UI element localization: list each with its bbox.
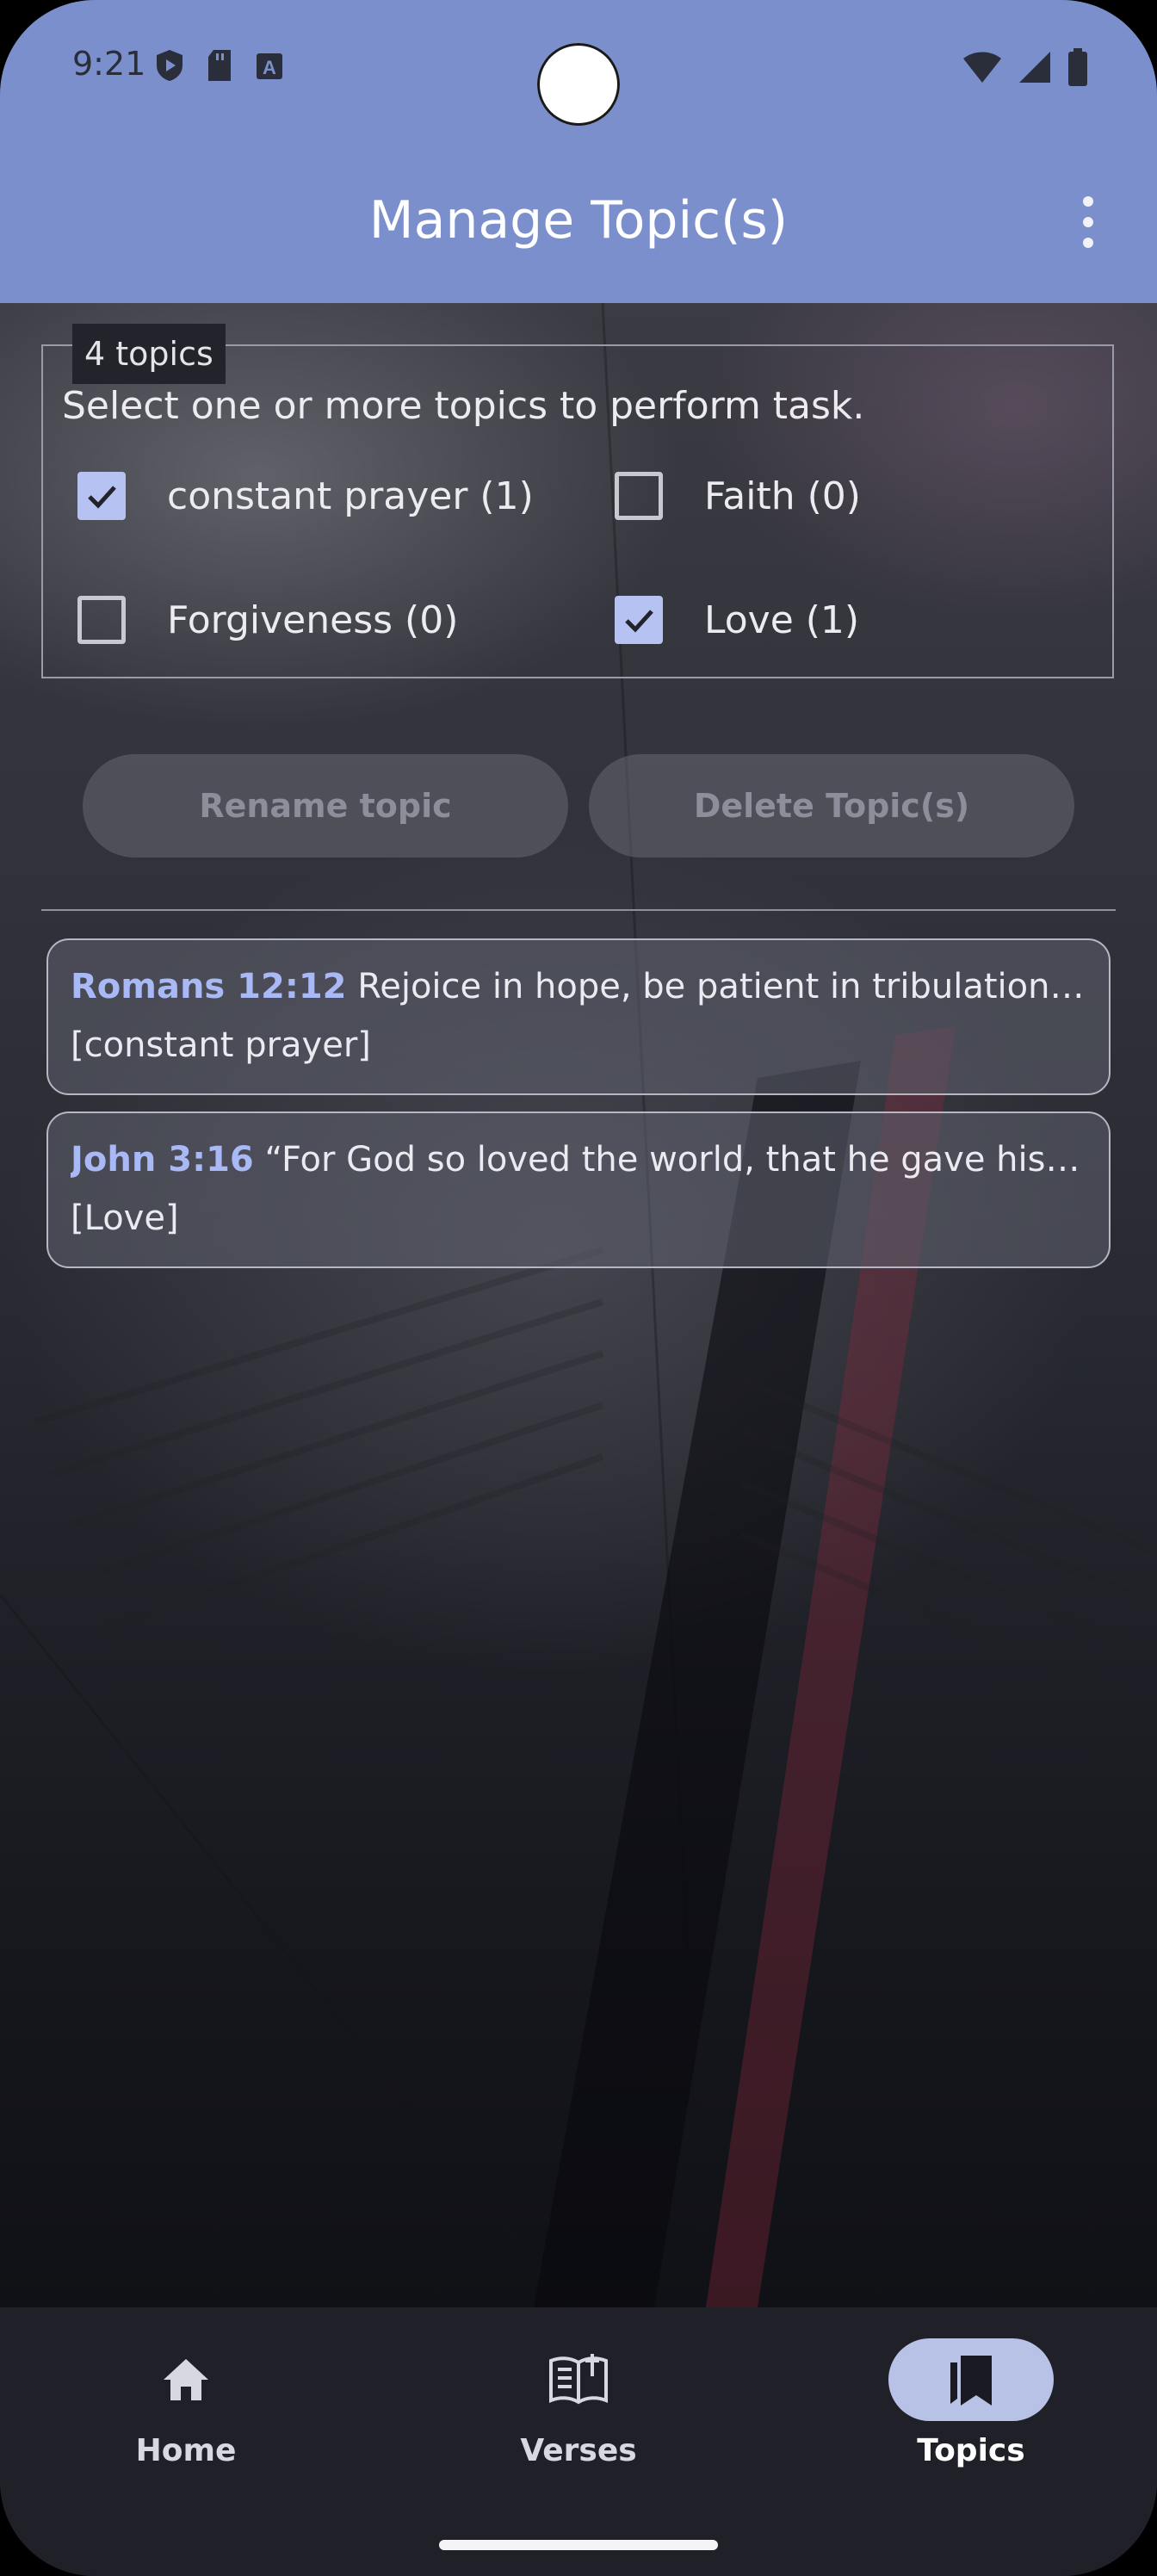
bookmarks-icon bbox=[950, 2356, 992, 2406]
verse-card[interactable]: Romans 12:12 Rejoice in hope, be patient… bbox=[46, 938, 1111, 1095]
topic-label: Forgiveness (0) bbox=[167, 598, 459, 642]
topic-label: constant prayer (1) bbox=[167, 474, 534, 518]
topic-checkbox-love[interactable]: Love (1) bbox=[615, 585, 859, 654]
page-title: Manage Topic(s) bbox=[368, 190, 789, 251]
nav-verses-label: Verses bbox=[520, 2433, 637, 2468]
delete-topics-button[interactable]: Delete Topic(s) bbox=[589, 754, 1074, 858]
checkbox-unchecked-icon[interactable] bbox=[615, 472, 663, 520]
checkbox-unchecked-icon[interactable] bbox=[77, 596, 126, 644]
bible-icon bbox=[549, 2354, 608, 2405]
nav-topics-label: Topics bbox=[917, 2433, 1025, 2468]
svg-text:A: A bbox=[263, 57, 276, 78]
home-icon bbox=[164, 2359, 208, 2400]
topics-count-legend: 4 topics bbox=[72, 324, 226, 384]
verse-text: “For God so loved the world, that he gav… bbox=[264, 1140, 1086, 1180]
topic-checkbox-constant-prayer[interactable]: constant prayer (1) bbox=[77, 461, 534, 530]
checkbox-checked-icon[interactable] bbox=[77, 472, 126, 520]
topics-instruction: Select one or more topics to perform tas… bbox=[62, 384, 865, 428]
gesture-handle[interactable] bbox=[439, 2540, 718, 2550]
overflow-menu-icon[interactable] bbox=[1071, 196, 1105, 248]
status-time: 9:21 bbox=[72, 45, 146, 83]
verse-text: Rejoice in hope, be patient in tribulati… bbox=[357, 967, 1086, 1006]
verse-topics: [Love] bbox=[71, 1198, 179, 1238]
nav-verses[interactable]: Verses bbox=[449, 2338, 708, 2493]
rename-topic-button[interactable]: Rename topic bbox=[83, 754, 568, 858]
topic-label: Faith (0) bbox=[704, 474, 861, 518]
topic-label: Love (1) bbox=[704, 598, 860, 642]
nav-home[interactable]: Home bbox=[57, 2338, 315, 2493]
wifi-icon bbox=[963, 52, 1001, 83]
topic-checkbox-forgiveness[interactable]: Forgiveness (0) bbox=[77, 585, 458, 654]
verse-topics: [constant prayer] bbox=[71, 1025, 371, 1065]
camera-cutout bbox=[537, 43, 620, 126]
divider bbox=[41, 909, 1116, 911]
sd-card-icon bbox=[208, 50, 231, 81]
verse-reference: Romans 12:12 bbox=[71, 967, 347, 1006]
battery-icon bbox=[1068, 48, 1087, 86]
verse-reference: John 3:16 bbox=[71, 1140, 254, 1180]
shield-play-icon bbox=[157, 50, 183, 81]
keyboard-a-icon: A bbox=[257, 53, 282, 79]
topic-checkbox-faith[interactable]: Faith (0) bbox=[615, 461, 861, 530]
nav-home-label: Home bbox=[135, 2433, 237, 2468]
nav-topics[interactable]: Topics bbox=[842, 2338, 1100, 2493]
verse-card[interactable]: John 3:16 “For God so loved the world, t… bbox=[46, 1112, 1111, 1268]
checkbox-checked-icon[interactable] bbox=[615, 596, 663, 644]
signal-icon bbox=[1019, 52, 1050, 83]
bottom-navigation: Home Verses Topics bbox=[0, 2307, 1157, 2576]
app-bar: 9:21 A Manage Topic(s) bbox=[0, 0, 1157, 303]
phone-screen: 9:21 A Manage Topic(s) 4 topics Select o… bbox=[0, 0, 1157, 2576]
